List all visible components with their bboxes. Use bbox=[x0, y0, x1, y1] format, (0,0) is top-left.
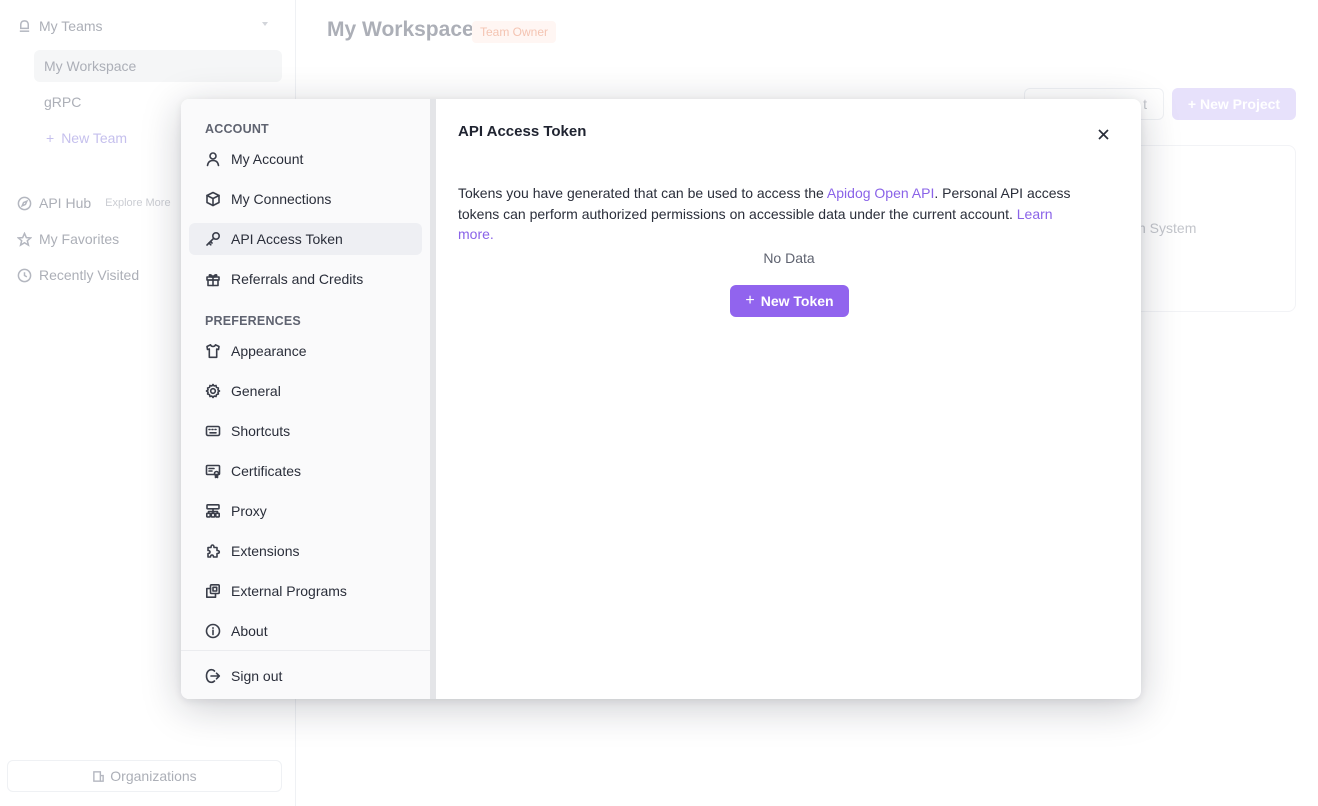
account-section-header: ACCOUNT bbox=[205, 122, 269, 136]
nav-item-my-connections[interactable]: My Connections bbox=[189, 183, 422, 215]
nav-item-label: My Connections bbox=[231, 191, 332, 207]
info-icon bbox=[205, 623, 221, 639]
close-icon bbox=[1097, 128, 1109, 140]
key-icon bbox=[206, 231, 221, 246]
nav-item-shortcuts[interactable]: Shortcuts bbox=[189, 415, 422, 447]
gift-icon bbox=[206, 274, 220, 287]
nav-item-extensions[interactable]: Extensions bbox=[189, 535, 422, 567]
nav-scrollbar[interactable] bbox=[430, 99, 436, 699]
nav-item-appearance[interactable]: Appearance bbox=[189, 335, 422, 367]
user-icon bbox=[206, 152, 220, 167]
new-token-button[interactable]: + New Token bbox=[730, 285, 849, 317]
nav-item-proxy[interactable]: Proxy bbox=[189, 495, 422, 527]
nav-item-certificates[interactable]: Certificates bbox=[189, 455, 422, 487]
settings-content: API Access Token Tokens you have generat… bbox=[437, 99, 1141, 699]
nav-item-about[interactable]: About bbox=[189, 615, 422, 647]
nav-item-label: Extensions bbox=[231, 543, 300, 559]
nav-item-sign-out[interactable]: Sign out bbox=[189, 660, 422, 692]
description-text: Tokens you have generated that can be us… bbox=[458, 185, 827, 201]
nav-item-label: My Account bbox=[231, 151, 304, 167]
nav-item-general[interactable]: General bbox=[189, 375, 422, 407]
puzzle-icon bbox=[207, 544, 221, 558]
nav-divider bbox=[181, 650, 430, 651]
empty-state-text: No Data bbox=[763, 250, 815, 266]
nav-item-api-access-token[interactable]: API Access Token bbox=[189, 223, 422, 255]
settings-nav: ACCOUNT My Account My Connections API Ac… bbox=[181, 99, 431, 699]
close-button[interactable] bbox=[1094, 125, 1112, 143]
nav-item-label: General bbox=[231, 383, 281, 399]
certificate-icon bbox=[205, 464, 221, 479]
nav-item-label: Proxy bbox=[231, 503, 267, 519]
preferences-section-header: PREFERENCES bbox=[205, 314, 301, 328]
nav-item-label: External Programs bbox=[231, 583, 347, 599]
content-title: API Access Token bbox=[458, 123, 587, 140]
token-description: Tokens you have generated that can be us… bbox=[458, 183, 1078, 245]
nav-item-label: API Access Token bbox=[231, 231, 343, 247]
nav-item-label: Referrals and Credits bbox=[231, 271, 364, 287]
nav-item-label: Sign out bbox=[231, 668, 283, 684]
nav-item-label: About bbox=[231, 623, 268, 639]
keyboard-icon bbox=[205, 425, 221, 437]
nav-item-label: Certificates bbox=[231, 463, 302, 479]
sign-out-icon bbox=[205, 668, 221, 684]
nav-item-label: Shortcuts bbox=[231, 423, 291, 439]
nav-item-referrals-and-credits[interactable]: Referrals and Credits bbox=[189, 263, 422, 295]
nav-item-external-programs[interactable]: External Programs bbox=[189, 575, 422, 607]
shirt-icon bbox=[206, 344, 220, 359]
nav-item-my-account[interactable]: My Account bbox=[189, 143, 422, 175]
new-token-label: New Token bbox=[760, 293, 834, 309]
windows-stack-icon bbox=[206, 583, 220, 598]
cube-icon bbox=[206, 191, 220, 207]
gear-icon bbox=[205, 383, 221, 399]
plus-icon: + bbox=[745, 292, 755, 309]
nav-item-label: Appearance bbox=[231, 343, 307, 359]
settings-modal: ACCOUNT My Account My Connections API Ac… bbox=[181, 99, 1141, 699]
apidog-open-api-link[interactable]: Apidog Open API bbox=[827, 185, 934, 201]
network-icon bbox=[205, 503, 221, 518]
